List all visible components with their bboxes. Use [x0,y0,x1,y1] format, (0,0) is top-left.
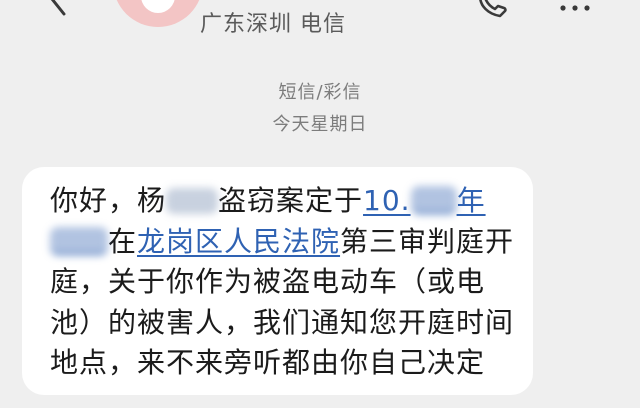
message-text: 在 [108,224,138,258]
back-arrow-icon[interactable] [38,0,72,22]
message-line-4: 池）的被害人，我们通知您开庭时间 [50,305,515,339]
redacted-text [50,226,108,255]
message-channel-label: 短信/彩信 [278,82,362,103]
message-text: 你好，杨 [50,184,167,217]
redacted-text [166,188,219,214]
more-options-icon[interactable] [552,0,598,20]
phone-icon[interactable] [472,0,512,20]
contact-name[interactable]: 广东深圳 电信 [200,10,346,40]
date-link-text[interactable]: 年 [457,184,486,217]
court-name-link[interactable]: 龙岗区人民法院 [137,225,340,258]
sms-conversation-screen: 广东深圳 电信 短信/彩信 今天星期日 你好，杨 盗窃案定于10. 年 在龙岗区人民… [0,0,640,408]
message-line-5: 地点，来不来旁听都由你自己决定 [50,346,486,379]
date-link-text[interactable]: 10. [363,184,411,217]
message-text: 盗窃案定于 [218,184,364,217]
date-separator: 今天星期日 [272,114,368,135]
redacted-text [410,186,457,214]
avatar[interactable] [108,0,208,30]
message-line-3: 庭，关于你作为被盗电动车（或电 [50,265,486,298]
message-bubble[interactable]: 你好，杨 盗窃案定于10. 年 在龙岗区人民法院第三审判庭开 庭，关于你作为被盗电动… [22,167,533,395]
message-line-2: 在龙岗区人民法院第三审判庭开 [50,222,533,263]
message-text: 第三审判庭开 [340,224,515,258]
date-link[interactable]: 10. 年 [363,184,486,217]
message-line-1: 你好，杨 盗窃案定于10. 年 [50,181,533,222]
